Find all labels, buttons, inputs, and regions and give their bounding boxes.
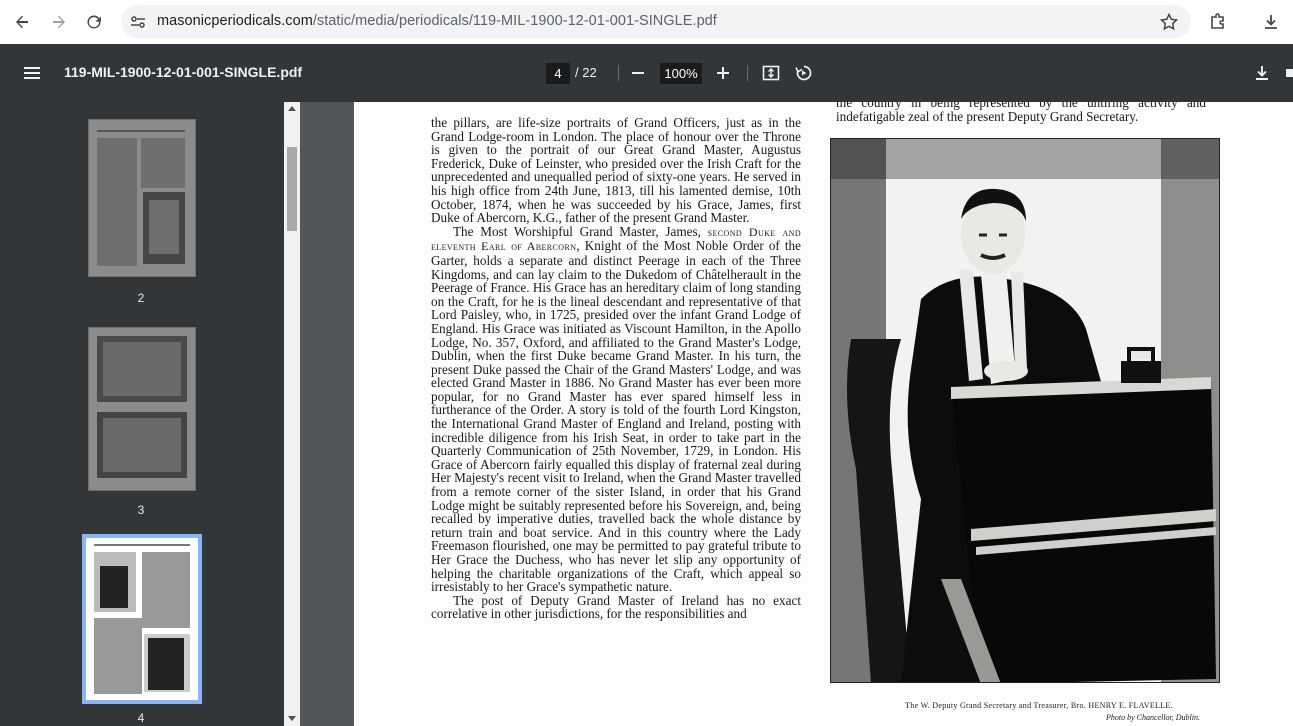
toolbar-divider (618, 65, 619, 81)
url-text[interactable]: masonicperiodicals.com/static/media/peri… (157, 13, 717, 29)
thumbnail-preview (97, 130, 185, 266)
thumbnail-preview (94, 544, 190, 694)
forward-button[interactable] (46, 9, 72, 35)
page-total: / 22 (575, 65, 597, 80)
arrow-right-icon (53, 15, 65, 29)
reload-button[interactable] (81, 9, 107, 35)
scroll-up-icon[interactable] (288, 106, 296, 111)
portrait-illustration (831, 139, 1219, 682)
reload-icon (87, 15, 101, 29)
portrait-photo (830, 138, 1220, 683)
thumbnail-label: 3 (137, 503, 145, 517)
browser-toolbar: masonicperiodicals.com/static/media/peri… (0, 0, 1293, 44)
zoom-out-icon[interactable] (628, 63, 648, 83)
thumbnail-page-3[interactable] (88, 327, 196, 491)
address-bar[interactable]: masonicperiodicals.com/static/media/peri… (121, 5, 1191, 38)
pdf-download-icon[interactable] (1252, 63, 1272, 83)
toolbar-divider (747, 65, 748, 81)
thumbnail-preview (97, 336, 187, 478)
url-host: masonicperiodicals.com (157, 13, 313, 29)
menu-icon[interactable] (22, 63, 42, 83)
pdf-toolbar: 119-MIL-1900-12-01-001-SINGLE.pdf 4 / 22… (0, 44, 1293, 102)
zoom-in-icon[interactable] (713, 63, 733, 83)
paragraph: The post of Deputy Grand Master of Irela… (431, 592, 801, 622)
download-icon (1265, 15, 1277, 29)
site-info-icon[interactable] (129, 13, 147, 31)
print-icon[interactable] (1284, 63, 1293, 83)
rotate-icon[interactable] (794, 63, 814, 83)
back-button[interactable] (9, 9, 35, 35)
document-title: 119-MIL-1900-12-01-001-SINGLE.pdf (64, 64, 303, 80)
sidebar-scrollbar[interactable] (284, 102, 300, 726)
thumbnail-page-2[interactable] (88, 119, 196, 277)
right-column-text: the country in being represented by the … (836, 102, 1206, 124)
text-run: , Knight of the Most Noble Order of the … (431, 238, 801, 595)
thumbnail-label: 4 (137, 711, 145, 725)
thumbnail-page-4[interactable] (82, 534, 202, 704)
text-run: The Most Worshipful Grand Master, James, (453, 223, 708, 239)
scrollbar-thumb[interactable] (287, 147, 297, 231)
puzzle-icon (1211, 13, 1224, 29)
paragraph: The Most Worshipful Grand Master, James,… (431, 223, 801, 595)
downloads-button[interactable] (1258, 9, 1284, 35)
fit-page-icon[interactable] (761, 63, 781, 83)
photo-credit: Photo by Chancellor, Dublin. (1106, 713, 1200, 722)
bookmark-star-icon[interactable] (1159, 12, 1179, 32)
left-column-text: the pillars, are life-size portraits of … (431, 116, 801, 621)
extensions-button[interactable] (1205, 9, 1231, 35)
scroll-down-icon[interactable] (288, 716, 296, 721)
pdf-viewer[interactable]: the country in being represented by the … (300, 102, 1293, 726)
url-path: /static/media/periodicals/119-MIL-1900-1… (312, 13, 717, 29)
thumbnail-sidebar: 2 3 4 (0, 102, 300, 726)
arrow-left-icon (16, 15, 28, 29)
page-number-input[interactable]: 4 (546, 63, 570, 84)
paragraph: the pillars, are life-size portraits of … (431, 115, 801, 226)
photo-caption: The W. Deputy Grand Secretary and Treasu… (905, 701, 1173, 710)
thumbnail-label: 2 (137, 291, 145, 305)
zoom-input[interactable]: 100% (660, 63, 702, 84)
pdf-page: the country in being represented by the … (354, 102, 1293, 726)
